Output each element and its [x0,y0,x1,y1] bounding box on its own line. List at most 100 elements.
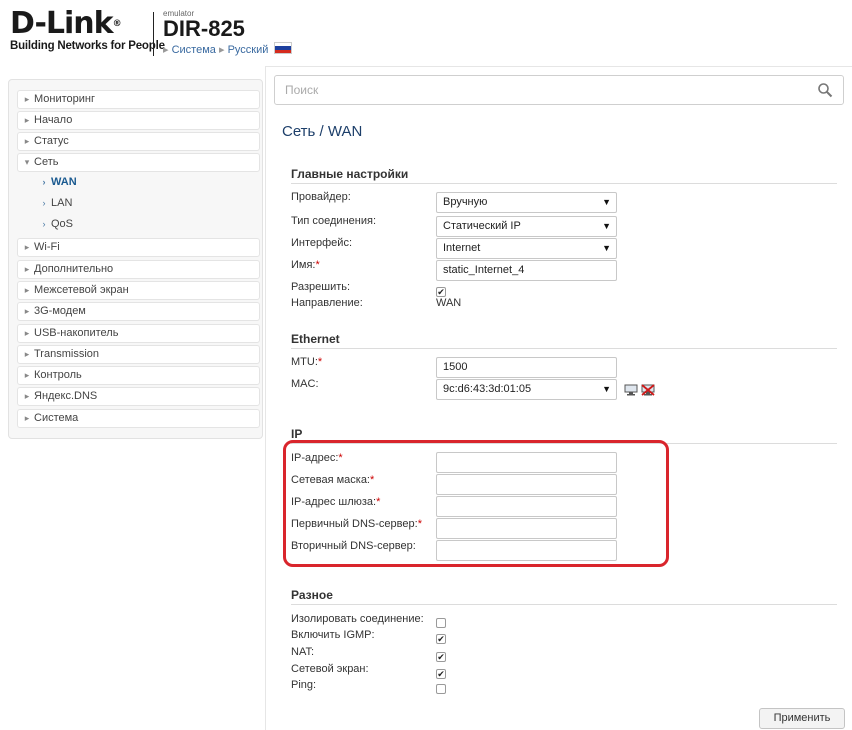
breadcrumb-arrow-icon: ▸ [218,44,225,56]
restore-mac-icon[interactable] [641,384,655,396]
sidebar-item-label: Контроль [34,369,82,381]
dropdown-arrow-icon: ▼ [602,384,611,394]
system-link[interactable]: Система [172,44,216,56]
sidebar-item-label: Transmission [34,348,99,360]
connection-type-select[interactable]: Статический IP ▼ [436,216,617,237]
bullet-icon: ▸ [24,94,30,104]
enable-checkbox[interactable]: ✔ [436,287,446,297]
sidebar-item-monitoring[interactable]: ▸ Мониторинг [17,90,260,109]
igmp-checkbox[interactable]: ✔ [436,634,446,644]
sidebar-item-transmission[interactable]: ▸ Transmission [17,345,260,364]
sidebar-item-control[interactable]: ▸ Контроль [17,366,260,385]
model-name: DIR-825 [163,16,245,41]
sidebar-item-system[interactable]: ▸ Система [17,409,260,428]
mac-value: 9c:d6:43:3d:01:05 [443,383,532,395]
sidebar-item-3g-modem[interactable]: ▸ 3G-модем [17,302,260,321]
sidebar-item-label: 3G-модем [34,305,86,317]
sidebar-item-wifi[interactable]: ▸ Wi-Fi [17,238,260,257]
bullet-icon: › [42,198,46,208]
mtu-label: MTU:* [291,356,323,368]
header-divider [153,12,154,56]
bullet-icon: ▸ [24,115,30,125]
bullet-icon: ▸ [24,285,30,295]
sidebar-item-label: Система [34,412,79,424]
sidebar-item-label: LAN [51,197,73,209]
sidebar-item-wan[interactable]: › WAN [17,174,260,193]
expanded-icon: ▾ [24,157,30,167]
mac-select[interactable]: 9c:d6:43:3d:01:05 ▼ [436,379,617,400]
sidebar-item-start[interactable]: ▸ Начало [17,111,260,130]
interface-label: Интерфейс: [291,237,352,249]
bullet-icon: ▸ [24,370,30,380]
mac-label: MAC: [291,378,319,390]
sidebar-item-lan[interactable]: › LAN [17,195,260,214]
language-link[interactable]: Русский [228,44,269,56]
nat-checkbox[interactable]: ✔ [436,652,446,662]
page-title: Сеть / WAN [282,123,363,140]
logo-text: D-Link® [10,6,122,41]
required-mark: * [317,356,323,368]
provider-value: Вручную [443,196,488,208]
sidebar-item-label: Статус [34,135,69,147]
provider-select[interactable]: Вручную ▼ [436,192,617,213]
search-input[interactable] [283,82,807,98]
dropdown-arrow-icon: ▼ [602,243,611,253]
sidebar-item-label: USB-накопитель [34,327,119,339]
sidebar-item-label: Межсетевой экран [34,284,129,296]
header-model-block: emulator DIR-825 ▸ Система ▸ Русский [163,9,293,56]
bullet-icon: ▸ [24,413,30,423]
dropdown-arrow-icon: ▼ [602,221,611,231]
bullet-icon: ▸ [24,349,30,359]
bullet-icon: ▸ [24,264,30,274]
section-ethernet: Ethernet [291,332,837,349]
sidebar-item-qos[interactable]: › QoS [17,216,260,235]
name-label: Имя:* [291,259,320,271]
connection-type-label: Тип соединения: [291,215,376,227]
main-content: Сеть / WAN Главные настройки Провайдер: … [265,66,852,730]
sidebar-item-label: WAN [51,176,77,188]
provider-label: Провайдер: [291,191,351,203]
interface-value: Internet [443,242,481,254]
enable-label: Разрешить: [291,281,351,293]
sidebar-item-yandex-dns[interactable]: ▸ Яндекс.DNS [17,387,260,406]
sidebar-item-label: Сеть [34,156,59,168]
search-box [274,75,844,105]
sidebar-item-network[interactable]: ▾ Сеть [17,153,260,172]
highlight-box [283,440,669,567]
dropdown-arrow-icon: ▼ [602,197,611,207]
header-breadcrumb: ▸ Система ▸ Русский [163,42,293,56]
sidebar-item-status[interactable]: ▸ Статус [17,132,260,151]
sidebar-item-label: Начало [34,114,73,126]
firewall-checkbox[interactable]: ✔ [436,669,446,679]
interface-select[interactable]: Internet ▼ [436,238,617,259]
required-mark: * [315,259,320,271]
bullet-icon: › [42,177,46,187]
russian-flag-icon[interactable] [274,42,293,54]
bullet-icon: › [42,219,46,229]
header: D-Link® Building Networks for People emu… [0,0,852,66]
connection-type-value: Статический IP [443,220,521,232]
sidebar-item-label: QoS [51,218,74,230]
breadcrumb-arrow-icon: ▸ [163,44,169,56]
sidebar-item-label: Мониторинг [34,93,96,105]
clone-mac-icon[interactable] [624,384,638,396]
apply-button[interactable]: Применить [759,708,845,729]
dlink-logo[interactable]: D-Link® Building Networks for People [10,6,165,53]
direction-value: WAN [436,297,462,309]
section-main-settings: Главные настройки [291,167,837,184]
magnifier-icon[interactable] [817,82,833,98]
igmp-label: Включить IGMP: [291,629,375,641]
mtu-input[interactable]: 1500 [436,357,617,378]
direction-label: Направление: [291,297,363,309]
sidebar-item-firewall[interactable]: ▸ Межсетевой экран [17,281,260,300]
bullet-icon: ▸ [24,242,30,252]
ping-label: Ping: [291,679,317,691]
section-misc: Разное [291,588,837,605]
sidebar-item-label: Wi-Fi [34,241,60,253]
firewall-label: Сетевой экран: [291,663,369,675]
sidebar-item-usb-storage[interactable]: ▸ USB-накопитель [17,324,260,343]
ping-checkbox[interactable] [436,684,446,694]
name-input[interactable]: static_Internet_4 [436,260,617,281]
sidebar-item-advanced[interactable]: ▸ Дополнительно [17,260,260,279]
isolate-checkbox[interactable] [436,618,446,628]
